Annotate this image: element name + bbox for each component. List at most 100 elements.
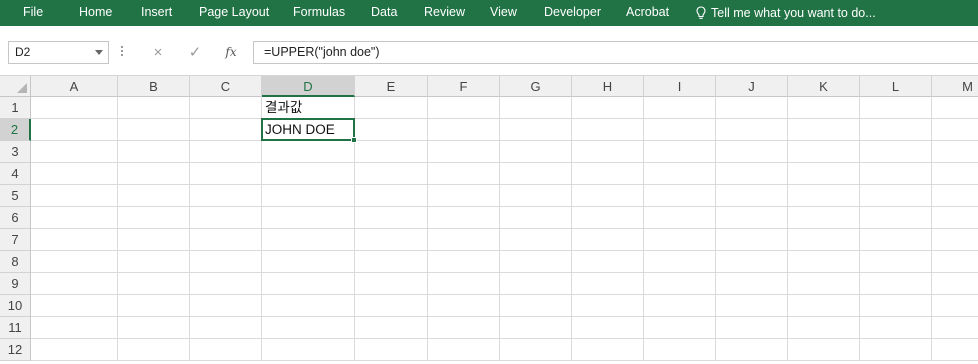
cell-f7[interactable] <box>428 229 500 251</box>
row-header-5[interactable]: 5 <box>0 185 31 207</box>
cell-g12[interactable] <box>500 339 572 361</box>
cell-m2[interactable] <box>932 119 978 141</box>
cell-b9[interactable] <box>118 273 190 295</box>
cell-k6[interactable] <box>788 207 860 229</box>
cell-f10[interactable] <box>428 295 500 317</box>
name-box[interactable]: D2 <box>8 41 109 64</box>
cell-g3[interactable] <box>500 141 572 163</box>
cell-l1[interactable] <box>860 97 932 119</box>
cell-l10[interactable] <box>860 295 932 317</box>
tab-view[interactable]: View <box>490 0 517 26</box>
cell-d1[interactable]: 결과값 <box>262 97 355 119</box>
cell-i1[interactable] <box>644 97 716 119</box>
column-header-a[interactable]: A <box>31 76 118 97</box>
cell-l11[interactable] <box>860 317 932 339</box>
cell-h4[interactable] <box>572 163 644 185</box>
tab-home[interactable]: Home <box>79 0 112 26</box>
cell-h11[interactable] <box>572 317 644 339</box>
cell-g2[interactable] <box>500 119 572 141</box>
tab-developer[interactable]: Developer <box>544 0 601 26</box>
cell-k10[interactable] <box>788 295 860 317</box>
cell-e12[interactable] <box>355 339 428 361</box>
cell-k8[interactable] <box>788 251 860 273</box>
cell-g6[interactable] <box>500 207 572 229</box>
cell-d3[interactable] <box>262 141 355 163</box>
row-header-6[interactable]: 6 <box>0 207 31 229</box>
cell-b6[interactable] <box>118 207 190 229</box>
cell-g10[interactable] <box>500 295 572 317</box>
cell-k7[interactable] <box>788 229 860 251</box>
cell-a12[interactable] <box>31 339 118 361</box>
cell-l4[interactable] <box>860 163 932 185</box>
cell-g9[interactable] <box>500 273 572 295</box>
cell-k11[interactable] <box>788 317 860 339</box>
cell-j3[interactable] <box>716 141 788 163</box>
cancel-formula-button[interactable]: × <box>145 41 171 64</box>
cell-a2[interactable] <box>31 119 118 141</box>
cell-c3[interactable] <box>190 141 262 163</box>
row-header-7[interactable]: 7 <box>0 229 31 251</box>
column-header-l[interactable]: L <box>860 76 932 97</box>
row-header-10[interactable]: 10 <box>0 295 31 317</box>
cell-i10[interactable] <box>644 295 716 317</box>
cell-h3[interactable] <box>572 141 644 163</box>
tab-file[interactable]: File <box>23 0 43 26</box>
row-header-9[interactable]: 9 <box>0 273 31 295</box>
cell-h7[interactable] <box>572 229 644 251</box>
tab-data[interactable]: Data <box>371 0 397 26</box>
cell-m4[interactable] <box>932 163 978 185</box>
cell-f11[interactable] <box>428 317 500 339</box>
cell-a10[interactable] <box>31 295 118 317</box>
row-header-2[interactable]: 2 <box>0 119 31 141</box>
cell-j5[interactable] <box>716 185 788 207</box>
row-header-4[interactable]: 4 <box>0 163 31 185</box>
cell-m3[interactable] <box>932 141 978 163</box>
cell-i7[interactable] <box>644 229 716 251</box>
cell-d4[interactable] <box>262 163 355 185</box>
cell-h10[interactable] <box>572 295 644 317</box>
cell-m12[interactable] <box>932 339 978 361</box>
cell-c5[interactable] <box>190 185 262 207</box>
cell-d5[interactable] <box>262 185 355 207</box>
row-header-12[interactable]: 12 <box>0 339 31 361</box>
cell-e10[interactable] <box>355 295 428 317</box>
enter-formula-button[interactable]: ✓ <box>182 41 208 64</box>
tell-me-search[interactable]: Tell me what you want to do... <box>696 0 876 26</box>
cell-k3[interactable] <box>788 141 860 163</box>
cell-i8[interactable] <box>644 251 716 273</box>
cell-l5[interactable] <box>860 185 932 207</box>
cell-m1[interactable] <box>932 97 978 119</box>
cell-a9[interactable] <box>31 273 118 295</box>
cell-g5[interactable] <box>500 185 572 207</box>
cell-c12[interactable] <box>190 339 262 361</box>
tab-page-layout[interactable]: Page Layout <box>199 0 269 26</box>
cell-d12[interactable] <box>262 339 355 361</box>
cell-b11[interactable] <box>118 317 190 339</box>
cell-k2[interactable] <box>788 119 860 141</box>
column-header-j[interactable]: J <box>716 76 788 97</box>
chevron-down-icon[interactable] <box>95 50 103 55</box>
cell-m5[interactable] <box>932 185 978 207</box>
cell-c6[interactable] <box>190 207 262 229</box>
cell-b2[interactable] <box>118 119 190 141</box>
cell-g8[interactable] <box>500 251 572 273</box>
cell-m6[interactable] <box>932 207 978 229</box>
cell-h5[interactable] <box>572 185 644 207</box>
cell-a5[interactable] <box>31 185 118 207</box>
cell-a1[interactable] <box>31 97 118 119</box>
column-header-m[interactable]: M <box>932 76 978 97</box>
cell-d2[interactable]: JOHN DOE <box>262 119 355 141</box>
cell-j11[interactable] <box>716 317 788 339</box>
cell-e1[interactable] <box>355 97 428 119</box>
cell-c10[interactable] <box>190 295 262 317</box>
cell-m7[interactable] <box>932 229 978 251</box>
cell-g11[interactable] <box>500 317 572 339</box>
column-header-f[interactable]: F <box>428 76 500 97</box>
cell-h2[interactable] <box>572 119 644 141</box>
cell-e9[interactable] <box>355 273 428 295</box>
tab-formulas[interactable]: Formulas <box>293 0 345 26</box>
cell-b7[interactable] <box>118 229 190 251</box>
cell-f1[interactable] <box>428 97 500 119</box>
cell-j12[interactable] <box>716 339 788 361</box>
cell-e5[interactable] <box>355 185 428 207</box>
